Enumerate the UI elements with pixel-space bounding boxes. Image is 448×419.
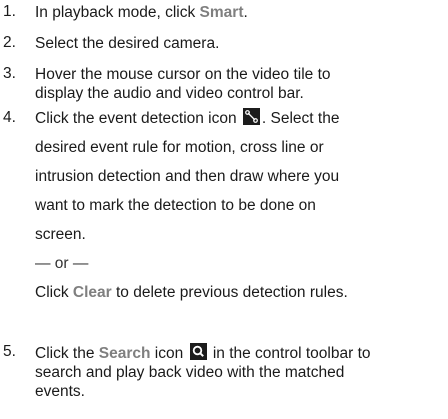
smart-term: Smart	[199, 4, 244, 21]
step-text-before: Click the	[35, 345, 99, 362]
step-text-before: Click	[35, 284, 73, 301]
step-number: 1.	[3, 3, 16, 20]
step-line: events.	[35, 383, 85, 400]
step-text: Hover the mouse cursor on the video tile…	[35, 65, 442, 103]
step-line: want to mark the detection to be done on	[35, 197, 316, 214]
step-line: search and play back video with the matc…	[35, 364, 345, 381]
step-line: display the audio and video control bar.	[35, 85, 304, 102]
step-line: desired event rule for motion, cross lin…	[35, 139, 324, 156]
step-text-after: to delete previous detection rules.	[111, 284, 348, 301]
step-number: 4.	[3, 109, 16, 126]
clear-term: Clear	[72, 284, 112, 301]
step-text-before: In playback mode, click	[35, 4, 200, 21]
step-text: Select the desired camera.	[35, 34, 442, 53]
step-text: Click the Search icon in the control too…	[35, 343, 442, 401]
search-term: Search	[98, 345, 151, 362]
step-text-after: in the control toolbar to	[208, 345, 371, 362]
step-text-after: . Select the	[261, 110, 340, 127]
step-number: 3.	[3, 65, 16, 82]
step-line: Hover the mouse cursor on the video tile…	[35, 66, 331, 83]
step-text-mid: icon	[150, 345, 188, 362]
or-separator: — or —	[35, 255, 89, 272]
step-text: Click the event detection icon . Select …	[35, 104, 442, 307]
step-number: 2.	[3, 34, 16, 51]
search-icon	[189, 343, 207, 360]
step-text-after: .	[243, 4, 248, 21]
step-line: intrusion detection and then draw where …	[35, 168, 340, 185]
step-text-before: Click the event detection icon	[35, 110, 241, 127]
step-line: Select the desired camera.	[35, 35, 220, 52]
event-detection-icon	[242, 108, 260, 125]
step-number: 5.	[3, 343, 16, 360]
step-text: In playback mode, click Smart.	[35, 3, 442, 22]
step-line: screen.	[35, 226, 86, 243]
